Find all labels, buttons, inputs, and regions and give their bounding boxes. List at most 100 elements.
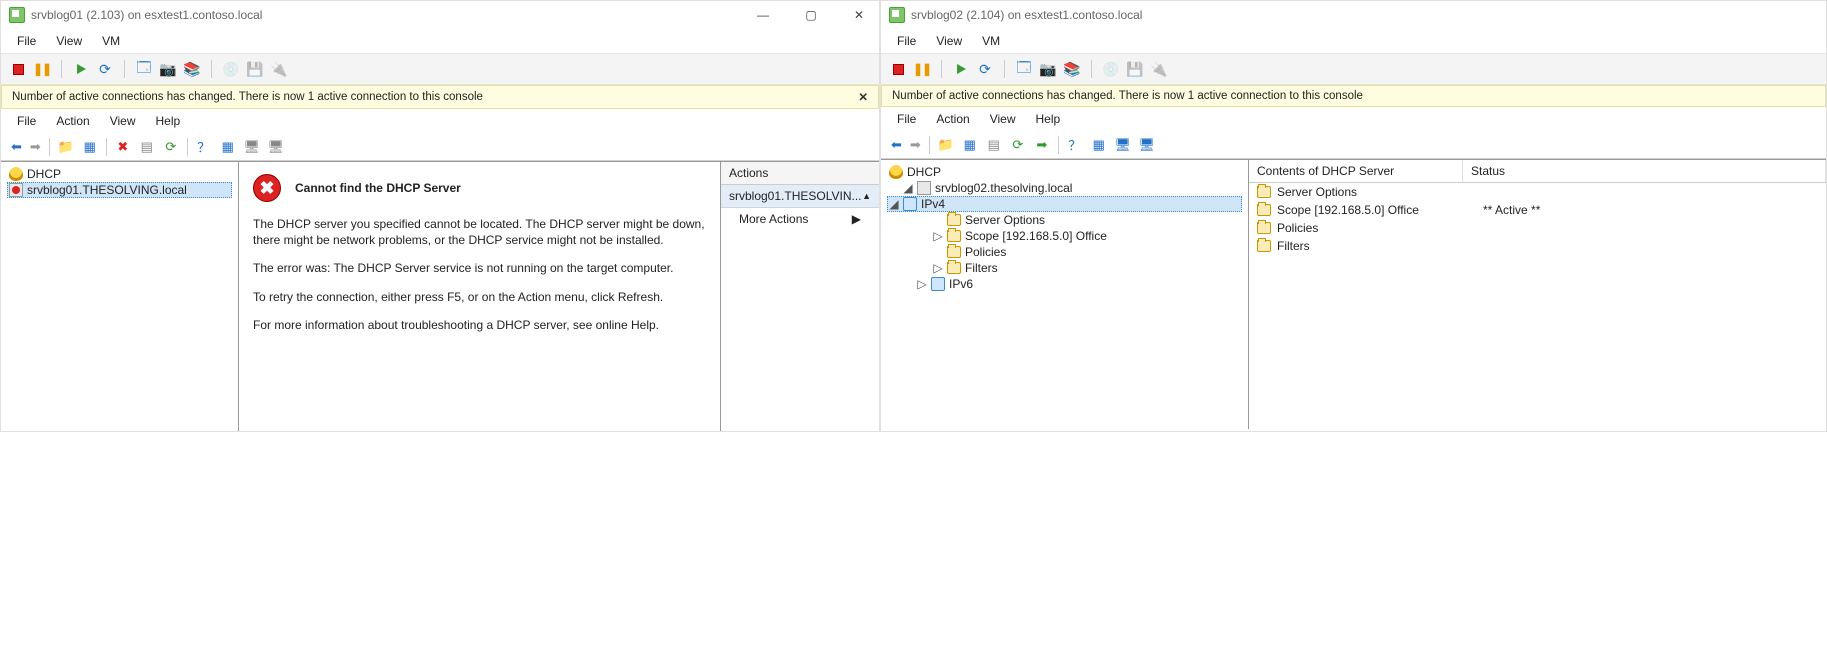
folder-icon — [1257, 204, 1271, 216]
banner-text: Number of active connections has changed… — [12, 91, 483, 103]
menu-file[interactable]: File — [9, 32, 44, 50]
help-icon[interactable]: ？ — [1065, 135, 1085, 155]
ipv6-icon — [931, 277, 945, 291]
stop-icon[interactable] — [889, 60, 907, 78]
caret-closed-icon[interactable]: ▷ — [933, 261, 943, 275]
snapshot-manager-icon[interactable]: 📷 — [159, 60, 177, 78]
export-icon[interactable]: ➡ — [1032, 135, 1052, 155]
tree-root-dhcp[interactable]: DHCP — [7, 166, 232, 182]
forward-icon[interactable]: ➡ — [908, 137, 923, 153]
caret-closed-icon[interactable]: ▷ — [933, 229, 943, 243]
action-pane-icon[interactable]: ▦ — [218, 137, 238, 157]
list-item[interactable]: Server Options — [1249, 183, 1826, 201]
mmc-menu-view[interactable]: View — [102, 112, 144, 130]
vmware-icon — [889, 7, 905, 23]
minimize-button[interactable]: — — [751, 8, 775, 22]
folder-icon — [1257, 240, 1271, 252]
properties-icon[interactable]: ▤ — [984, 135, 1004, 155]
actions-more[interactable]: More Actions ▶ — [721, 208, 879, 230]
action-pane-icon[interactable]: ▦ — [1089, 135, 1109, 155]
caret-spacer — [933, 213, 943, 227]
tree-ipv6[interactable]: ▷ IPv6 — [887, 276, 1242, 292]
help-icon[interactable]: ？ — [194, 137, 214, 157]
add-server-icon[interactable]: 🖥 — [266, 137, 286, 157]
delete-icon[interactable]: ✖ — [113, 137, 133, 157]
restart-icon[interactable]: ⟳ — [976, 60, 994, 78]
menu-view[interactable]: View — [928, 32, 970, 50]
error-paragraph-2: The error was: The DHCP Server service i… — [253, 260, 706, 276]
pause-icon[interactable]: ❚❚ — [33, 60, 51, 78]
usb-icon[interactable]: 🔌 — [1150, 60, 1168, 78]
up-folder-icon[interactable]: 📁 — [56, 137, 76, 157]
mmc-menu-help[interactable]: Help — [148, 112, 189, 130]
cd-icon[interactable]: 💿 — [222, 60, 240, 78]
floppy-icon[interactable]: 💾 — [1126, 60, 1144, 78]
menu-view[interactable]: View — [48, 32, 90, 50]
banner-close-icon[interactable]: ✕ — [858, 90, 868, 104]
floppy-icon[interactable]: 💾 — [246, 60, 264, 78]
menu-vm[interactable]: VM — [94, 32, 128, 50]
actions-pane: Actions srvblog01.THESOLVIN... ▲ More Ac… — [721, 162, 879, 431]
menu-vm[interactable]: VM — [974, 32, 1008, 50]
tree-scope[interactable]: ▷ Scope [192.168.5.0] Office — [887, 228, 1242, 244]
tree-server-options[interactable]: Server Options — [887, 212, 1242, 228]
banner-text: Number of active connections has changed… — [892, 90, 1363, 102]
list-item[interactable]: Scope [192.168.5.0] Office ** Active ** — [1249, 201, 1826, 219]
tree-policies[interactable]: Policies — [887, 244, 1242, 260]
tree-root-dhcp[interactable]: DHCP — [887, 164, 1242, 180]
caret-open-icon[interactable]: ◢ — [903, 181, 913, 195]
restart-icon[interactable]: ⟳ — [96, 60, 114, 78]
column-status[interactable]: Status — [1463, 160, 1826, 182]
refresh-icon[interactable]: ⟳ — [1008, 135, 1028, 155]
mmc-menu-help[interactable]: Help — [1028, 110, 1069, 128]
menu-file[interactable]: File — [889, 32, 924, 50]
usb-icon[interactable]: 🔌 — [270, 60, 288, 78]
back-icon[interactable]: ⬅ — [889, 137, 904, 153]
snapshot-icon[interactable]: 🗔 — [1015, 60, 1033, 78]
mmc-menu-action[interactable]: Action — [48, 112, 97, 130]
revert-snapshot-icon[interactable]: 📚 — [183, 60, 201, 78]
manage-servers-icon[interactable]: 🖥 — [242, 137, 262, 157]
vm-toolbar: ❚❚ ⟳ 🗔 📷 📚 💿 💾 🔌 — [1, 53, 879, 85]
tree-ipv4[interactable]: ◢ IPv4 — [887, 196, 1242, 212]
mmc-menu-view[interactable]: View — [982, 110, 1024, 128]
properties-icon[interactable]: ▤ — [137, 137, 157, 157]
up-folder-icon[interactable]: 📁 — [936, 135, 956, 155]
snapshot-icon[interactable]: 🗔 — [135, 60, 153, 78]
show-hide-tree-icon[interactable]: ▦ — [80, 137, 100, 157]
play-icon[interactable] — [72, 60, 90, 78]
ipv4-icon — [903, 197, 917, 211]
list-item-label: Policies — [1277, 221, 1477, 235]
caret-open-icon[interactable]: ◢ — [889, 197, 899, 211]
pause-icon[interactable]: ❚❚ — [913, 60, 931, 78]
stop-icon[interactable] — [9, 60, 27, 78]
actions-selected[interactable]: srvblog01.THESOLVIN... ▲ — [721, 185, 879, 208]
forward-icon[interactable]: ➡ — [28, 139, 43, 155]
dhcp-icon — [9, 167, 23, 181]
column-contents[interactable]: Contents of DHCP Server — [1249, 160, 1463, 182]
manage-servers-icon[interactable]: 🖥 — [1113, 135, 1133, 155]
cd-icon[interactable]: 💿 — [1102, 60, 1120, 78]
maximize-button[interactable]: ▢ — [799, 8, 823, 22]
list-item[interactable]: Filters — [1249, 237, 1826, 255]
mmc-menu-file[interactable]: File — [889, 110, 924, 128]
tree-filters[interactable]: ▷ Filters — [887, 260, 1242, 276]
mmc-menu-action[interactable]: Action — [928, 110, 977, 128]
revert-snapshot-icon[interactable]: 📚 — [1063, 60, 1081, 78]
tree-server[interactable]: srvblog01.THESOLVING.local — [7, 182, 232, 198]
back-icon[interactable]: ⬅ — [9, 139, 24, 155]
results-header: Contents of DHCP Server Status — [1249, 160, 1826, 183]
tree-server[interactable]: ◢ srvblog02.thesolving.local — [887, 180, 1242, 196]
mmc-menu-file[interactable]: File — [9, 112, 44, 130]
caret-closed-icon[interactable]: ▷ — [917, 277, 927, 291]
show-hide-tree-icon[interactable]: ▦ — [960, 135, 980, 155]
add-server-icon[interactable]: 🖥 — [1137, 135, 1157, 155]
titlebar: srvblog01 (2.103) on esxtest1.contoso.lo… — [1, 1, 879, 29]
play-icon[interactable] — [952, 60, 970, 78]
mmc-toolbar: ⬅ ➡ 📁 ▦ ✖ ▤ ⟳ ？ ▦ 🖥 🖥 — [1, 133, 879, 161]
close-button[interactable]: ✕ — [847, 8, 871, 22]
refresh-icon[interactable]: ⟳ — [161, 137, 181, 157]
snapshot-manager-icon[interactable]: 📷 — [1039, 60, 1057, 78]
connection-banner: Number of active connections has changed… — [1, 85, 879, 109]
list-item[interactable]: Policies — [1249, 219, 1826, 237]
